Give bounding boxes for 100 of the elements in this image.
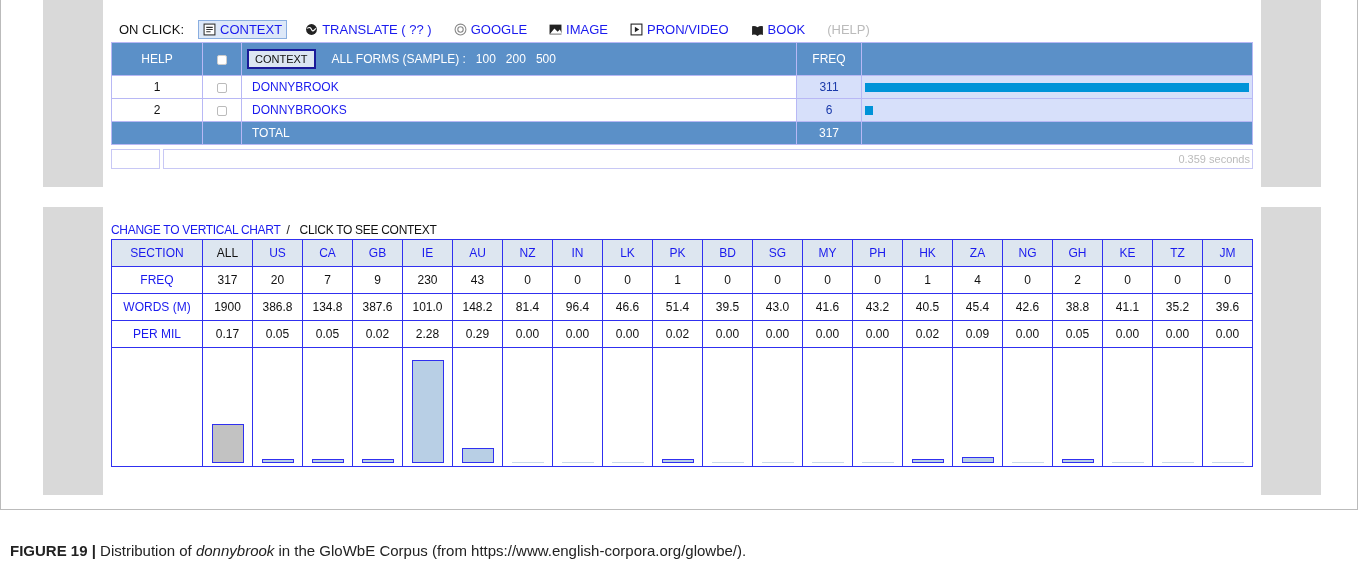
document-icon [203, 22, 216, 36]
toolbar-option[interactable]: CONTEXT [198, 19, 288, 39]
toolbar-option[interactable]: PRON/VIDEO [625, 20, 733, 38]
table-cell: 0.00 [752, 320, 803, 348]
column-header[interactable]: JM [1202, 239, 1253, 267]
toolbar-option[interactable]: GOOGLE [449, 20, 532, 38]
table-cell: 0.00 [852, 320, 903, 348]
chart-link[interactable]: CHANGE TO VERTICAL CHART [111, 223, 281, 237]
table-cell: 7 [302, 266, 353, 294]
column-header[interactable]: MY [802, 239, 853, 267]
table-cell: 4 [952, 266, 1003, 294]
table-cell: 0.29 [452, 320, 503, 348]
table-cell: 96.4 [552, 293, 603, 321]
table-cell: 39.6 [1202, 293, 1253, 321]
row-header: FREQ [111, 266, 203, 294]
table-cell: 9 [352, 266, 403, 294]
select-all-checkbox[interactable] [217, 54, 227, 65]
table-cell: 0 [852, 266, 903, 294]
column-header[interactable]: CA [302, 239, 353, 267]
column-header[interactable]: SG [752, 239, 803, 267]
table-cell: 51.4 [652, 293, 703, 321]
column-header[interactable]: GH [1052, 239, 1103, 267]
table-cell: 2 [111, 98, 203, 122]
table-cell: 0 [1152, 266, 1203, 294]
table-cell: 35.2 [1152, 293, 1203, 321]
column-header[interactable]: TZ [1152, 239, 1203, 267]
table-cell: 0.00 [1102, 320, 1153, 348]
table-cell: 0.02 [902, 320, 953, 348]
status-box [111, 149, 160, 169]
table-cell: 0 [1002, 266, 1053, 294]
column-header[interactable]: GB [352, 239, 403, 267]
table-cell: 0.17 [202, 320, 253, 348]
context-button[interactable]: CONTEXT [247, 49, 316, 69]
table-cell: 0.00 [502, 320, 553, 348]
row-header: PER MIL [111, 320, 203, 348]
table-cell: 2.28 [402, 320, 453, 348]
timing-text: 0.359 seconds [163, 149, 1253, 169]
table-cell: 45.4 [952, 293, 1003, 321]
table-cell: 0.00 [602, 320, 653, 348]
table-cell: 2 [1052, 266, 1103, 294]
separator: / [286, 223, 290, 237]
table-cell: 0.05 [252, 320, 303, 348]
globe-icon [305, 22, 319, 36]
table-cell: 41.6 [802, 293, 853, 321]
table-cell: 0 [752, 266, 803, 294]
toolbar-option[interactable]: BOOK [746, 20, 810, 38]
column-header[interactable]: HK [902, 239, 953, 267]
table-cell: 0 [1202, 266, 1253, 294]
table-cell: 81.4 [502, 293, 553, 321]
table-cell: 40.5 [902, 293, 953, 321]
table-cell: 0.00 [702, 320, 753, 348]
column-header[interactable]: ZA [952, 239, 1003, 267]
column-header[interactable]: NG [1002, 239, 1053, 267]
column-header[interactable]: ALL [202, 239, 253, 267]
table-cell: 0 [552, 266, 603, 294]
toolbar-option[interactable]: IMAGE [545, 20, 612, 38]
table-cell: 39.5 [702, 293, 753, 321]
hint-text: CLICK TO SEE CONTEXT [299, 223, 437, 237]
table-cell: 387.6 [352, 293, 403, 321]
column-header[interactable]: LK [602, 239, 653, 267]
table-cell: 230 [402, 266, 453, 294]
word-link[interactable]: DONNYBROOK [252, 80, 339, 94]
table-cell: 0.00 [1152, 320, 1203, 348]
column-header: HELP [111, 42, 203, 76]
table-cell: 43 [452, 266, 503, 294]
table-cell: 20 [252, 266, 303, 294]
table-cell: 0.02 [652, 320, 703, 348]
table-cell: 42.6 [1002, 293, 1053, 321]
table-cell: 0 [802, 266, 853, 294]
table-cell: 0.09 [952, 320, 1003, 348]
table-cell: 0.00 [1202, 320, 1253, 348]
table-cell: 1 [111, 75, 203, 99]
table-cell: 0.05 [302, 320, 353, 348]
column-header[interactable]: US [252, 239, 303, 267]
table-cell: 43.2 [852, 293, 903, 321]
table-cell: 41.1 [1102, 293, 1153, 321]
table-cell: 1900 [202, 293, 253, 321]
row-checkbox[interactable] [217, 82, 227, 93]
table-cell: 38.8 [1052, 293, 1103, 321]
table-cell: 148.2 [452, 293, 503, 321]
column-header[interactable]: PK [652, 239, 703, 267]
table-cell: TOTAL [241, 121, 797, 145]
row-header: SECTION [111, 239, 203, 267]
row-header: WORDS (M) [111, 293, 203, 321]
column-header[interactable]: IN [552, 239, 603, 267]
toolbar-option[interactable]: TRANSLATE ( ?? ) [301, 20, 436, 38]
image-icon [549, 22, 563, 36]
column-header[interactable]: IE [402, 239, 453, 267]
forms-label: ALL FORMS (SAMPLE) : [331, 52, 466, 66]
column-header[interactable]: PH [852, 239, 903, 267]
column-header[interactable]: BD [702, 239, 753, 267]
table-cell: 0.00 [802, 320, 853, 348]
table-cell: 0.00 [552, 320, 603, 348]
table-cell: 46.6 [602, 293, 653, 321]
word-link[interactable]: DONNYBROOKS [252, 103, 347, 117]
row-checkbox[interactable] [217, 105, 227, 116]
toolbar-label: ON CLICK: [119, 21, 184, 37]
column-header[interactable]: AU [452, 239, 503, 267]
column-header[interactable]: KE [1102, 239, 1153, 267]
column-header[interactable]: NZ [502, 239, 553, 267]
